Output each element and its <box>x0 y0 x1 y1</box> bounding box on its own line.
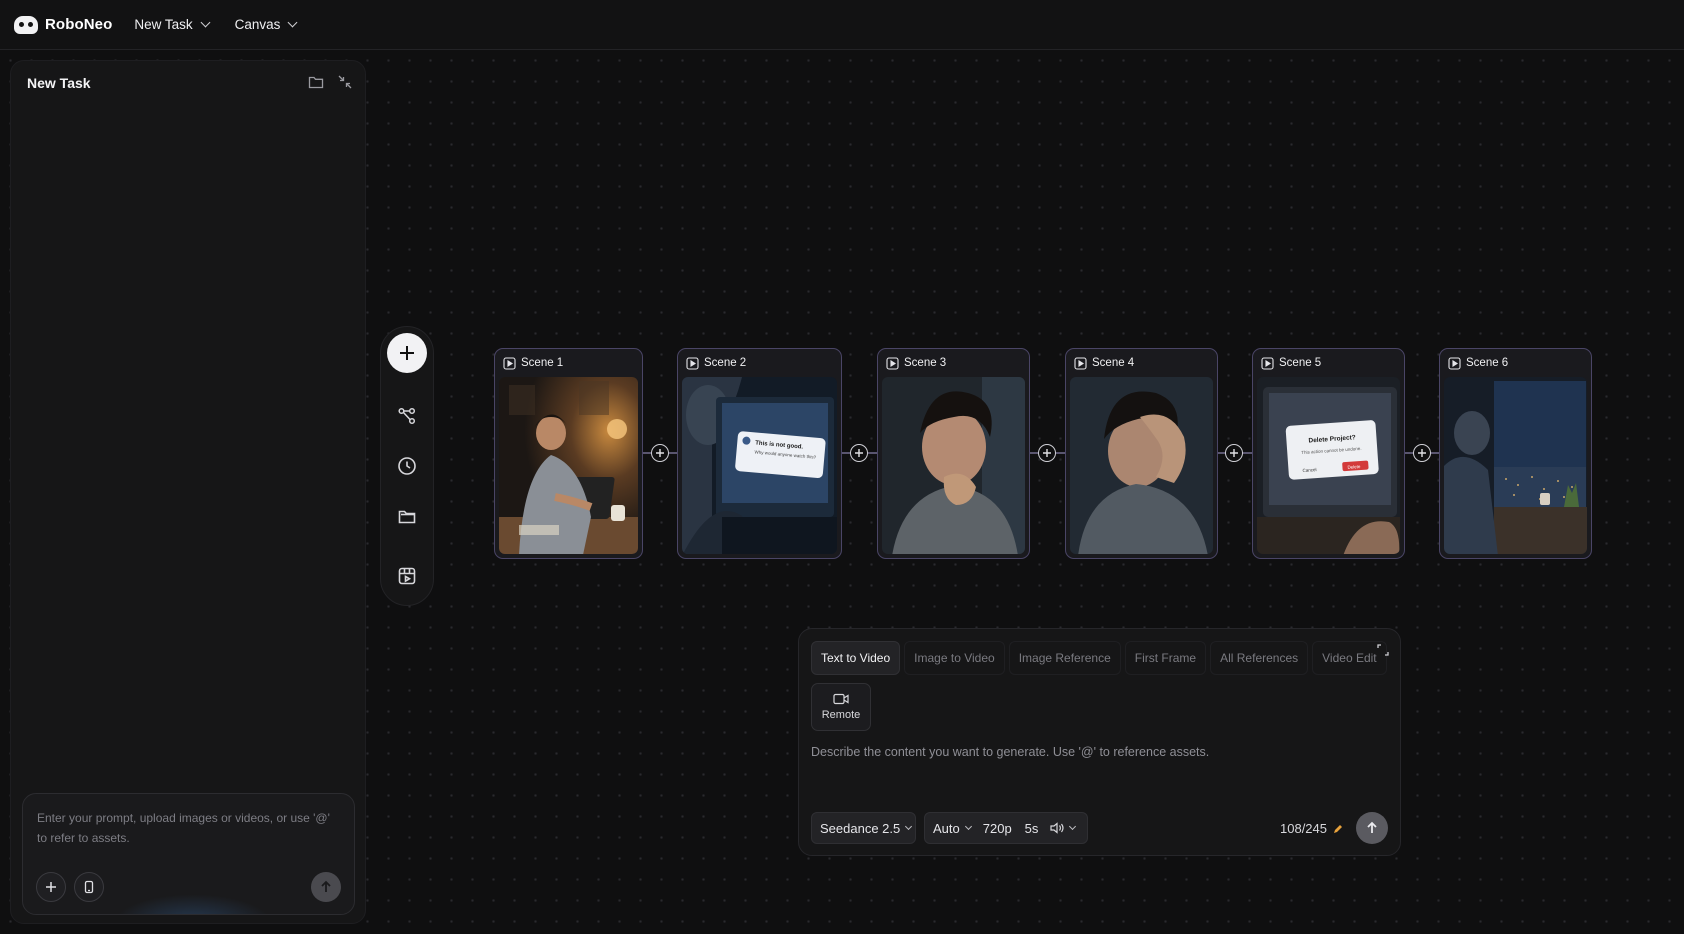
tab-text-to-video[interactable]: Text to Video <box>811 641 901 675</box>
video-icon <box>686 356 699 370</box>
prompt-input-box[interactable]: Enter your prompt, upload images or vide… <box>22 793 355 915</box>
scene-thumbnail: This is not good. Why would anyone watch… <box>682 377 837 554</box>
chevron-down-icon <box>287 17 298 28</box>
add-icon <box>400 346 414 360</box>
phone-icon <box>84 880 94 894</box>
scene-label: Scene 1 <box>521 357 564 369</box>
send-button[interactable] <box>311 872 341 902</box>
remote-button[interactable]: Remote <box>811 683 871 731</box>
new-task-menu-label: New Task <box>134 17 193 32</box>
history-icon[interactable] <box>396 455 418 477</box>
model-select[interactable]: Seedance 2.5 <box>811 812 916 844</box>
tab-image-to-video[interactable]: Image to Video <box>904 641 1005 675</box>
resolution-value[interactable]: 720p <box>983 821 1012 836</box>
plus-icon <box>656 449 664 457</box>
generation-panel: Text to Video Image to Video Image Refer… <box>798 628 1401 856</box>
chevron-down-icon <box>964 822 972 831</box>
svg-text:Delete: Delete <box>1347 464 1361 470</box>
scene-header: Scene 3 <box>878 349 1029 377</box>
camera-icon <box>833 693 849 705</box>
plus-icon <box>855 449 863 457</box>
workflow-icon[interactable] <box>396 405 418 427</box>
scene-thumbnail <box>1070 377 1213 554</box>
device-button[interactable] <box>74 872 104 902</box>
scene-card-4[interactable]: Scene 4 <box>1065 348 1218 559</box>
scene-header: Scene 1 <box>495 349 642 377</box>
chevron-down-icon <box>905 822 913 831</box>
scene-thumbnail <box>1444 377 1587 554</box>
canvas-menu[interactable]: Canvas <box>234 17 298 32</box>
video-icon <box>1448 356 1461 370</box>
tab-first-frame[interactable]: First Frame <box>1124 641 1207 675</box>
add-scene-button[interactable] <box>651 444 669 462</box>
add-attachment-button[interactable] <box>36 872 66 902</box>
chat-panel: New Task Enter your prompt, upload image… <box>10 60 366 924</box>
folder-icon[interactable] <box>396 505 418 527</box>
video-settings[interactable]: Auto 720p 5s <box>924 812 1088 844</box>
add-scene-button[interactable] <box>1225 444 1243 462</box>
folder-icon[interactable] <box>307 73 325 91</box>
duration-value[interactable]: 5s <box>1025 821 1039 836</box>
collapse-icon[interactable] <box>336 73 354 91</box>
scene-label: Scene 6 <box>1466 357 1509 369</box>
add-scene-button[interactable] <box>850 444 868 462</box>
new-task-menu[interactable]: New Task <box>134 17 211 32</box>
scene-header: Scene 4 <box>1066 349 1217 377</box>
chevron-down-icon <box>1069 822 1077 831</box>
tab-image-reference[interactable]: Image Reference <box>1008 641 1121 675</box>
add-node-button[interactable] <box>387 333 427 373</box>
video-icon <box>886 356 899 370</box>
scene-card-5[interactable]: Scene 5 Delete Project? This action cann… <box>1252 348 1405 559</box>
storyboard-icon[interactable] <box>396 565 418 587</box>
scene-header: Scene 6 <box>1440 349 1591 377</box>
credits-value: 108/245 <box>1280 821 1327 836</box>
scene-card-1[interactable]: Scene 1 <box>494 348 643 559</box>
video-icon <box>1261 356 1274 370</box>
scene-thumbnail <box>882 377 1025 554</box>
video-icon <box>503 356 516 370</box>
scene-label: Scene 2 <box>704 357 747 369</box>
generate-button[interactable] <box>1356 812 1388 844</box>
scene-header: Scene 5 <box>1253 349 1404 377</box>
plus-icon <box>1418 449 1426 457</box>
scene-thumbnail <box>499 377 638 554</box>
scene-label: Scene 3 <box>904 357 947 369</box>
video-icon <box>1074 356 1087 370</box>
plus-icon <box>1043 449 1051 457</box>
plus-icon <box>46 882 56 892</box>
add-scene-button[interactable] <box>1038 444 1056 462</box>
remote-label: Remote <box>821 709 861 721</box>
scene-card-2[interactable]: Scene 2 This is not good. Why would anyo… <box>677 348 842 559</box>
canvas-menu-label: Canvas <box>234 17 281 32</box>
app-name: RoboNeo <box>45 16 113 33</box>
scene-thumbnail: Delete Project? This action cannot be un… <box>1257 377 1400 554</box>
ratio-value[interactable]: Auto <box>933 821 960 836</box>
pencil-credit-icon <box>1334 824 1342 833</box>
logo-icon <box>14 15 38 34</box>
scene-card-3[interactable]: Scene 3 <box>877 348 1030 559</box>
model-select-value: Seedance 2.5 <box>820 820 901 836</box>
panel-title: New Task <box>27 75 91 91</box>
credits-counter: 108/245 <box>1280 821 1344 836</box>
scene-card-6[interactable]: Scene 6 <box>1439 348 1592 559</box>
send-arrow-icon <box>1367 821 1377 833</box>
canvas-toolbar <box>380 326 434 606</box>
plus-icon <box>1230 449 1238 457</box>
send-arrow-icon <box>321 880 331 892</box>
sound-icon[interactable] <box>1050 822 1065 834</box>
top-bar: RoboNeo New Task Canvas <box>0 0 1684 50</box>
scene-header: Scene 2 <box>678 349 841 377</box>
add-scene-button[interactable] <box>1413 444 1431 462</box>
app-logo[interactable]: RoboNeo <box>14 15 113 34</box>
expand-icon[interactable] <box>1376 643 1390 657</box>
scene-label: Scene 5 <box>1279 357 1322 369</box>
generation-prompt-input[interactable]: Describe the content you want to generat… <box>811 745 1209 759</box>
prompt-input-placeholder[interactable]: Enter your prompt, upload images or vide… <box>37 808 342 848</box>
chevron-down-icon <box>200 17 211 28</box>
tab-all-references[interactable]: All References <box>1210 641 1309 675</box>
mode-tabs: Text to Video Image to Video Image Refer… <box>811 641 1387 675</box>
scene-label: Scene 4 <box>1092 357 1135 369</box>
svg-text:Cancel: Cancel <box>1302 467 1316 473</box>
